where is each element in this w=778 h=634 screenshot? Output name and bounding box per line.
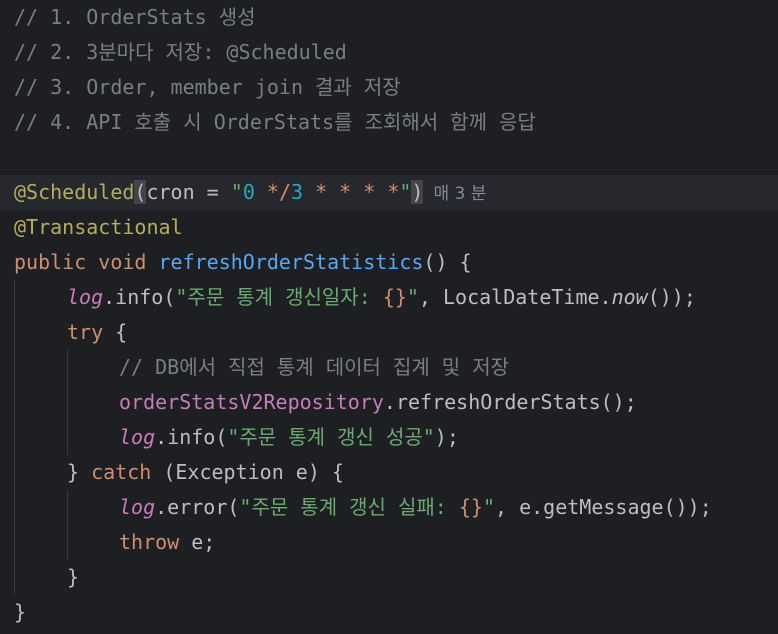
log-error-line: log.error("주문 통계 갱신 실패: {}", e.getMessag… [119,490,712,525]
comment-line-2: // 2. 3분마다 저장: @Scheduled [14,40,347,64]
log-field: log [67,285,104,309]
placeholder: {} [458,495,483,519]
cron-value-0: 0 [242,180,267,204]
keyword-catch: catch [91,460,152,484]
cron-star-slash: */ [266,180,291,204]
catch-line: } catch (Exception e) { [67,455,344,490]
method-name[interactable]: refreshOrderStatistics [159,250,424,274]
try-line: try { [67,315,127,350]
catch-close-brace: } [67,565,80,589]
cron-attribute: cron = [146,180,231,204]
error-args: , e.getMessage()); [495,495,712,519]
throw-tail: e; [179,530,216,554]
cron-inlay-hint[interactable]: 매 3 분 [433,184,486,204]
catch-args: (Exception e) { [151,460,344,484]
comment-line-1: // 1. OrderStats 생성 [14,5,256,29]
indent-guide [67,490,68,560]
log-end: ()); [647,285,696,309]
placeholder: {} [382,285,407,309]
log-field: log [119,495,156,519]
cron-quote-close: " [399,180,412,204]
keyword-void: void [98,250,147,274]
log-info-start-line: log.info("주문 통계 갱신일자: {}", LocalDateTime… [67,280,696,315]
log-info-success-line: log.info("주문 통계 갱신 성공"); [119,420,459,455]
log-field: log [119,425,156,449]
repository-call-line: orderStatsV2Repository.refreshOrderStats… [119,385,637,420]
string-close: " [482,495,496,519]
cron-value-3: 3 [291,180,304,204]
scheduled-annotation: @Scheduled [14,180,135,204]
cron-stars: * * * * [303,180,400,204]
success-string: "주문 통계 갱신 성공" [227,425,435,449]
cron-quote-open: " [230,180,243,204]
keyword-public: public [14,250,87,274]
try-close-brace: } [67,460,80,484]
throw-line: throw e; [119,525,215,560]
failure-string: "주문 통계 갱신 실패: [239,495,459,519]
info-call: .info( [155,425,228,449]
db-comment: // DB에서 직접 통계 데이터 집계 및 저장 [119,355,510,379]
method-close-brace: } [14,600,27,624]
scheduled-annotation-line: @Scheduled(cron = "0 */3 * * * *") 매 3 분 [0,175,778,210]
now-call: now [611,285,648,309]
indent-guide [14,280,15,595]
indent-guide [67,350,68,455]
log-args: , LocalDateTime. [418,285,612,309]
method-signature-line: public void refreshOrderStatistics() { [14,245,472,280]
comment-line-4: // 4. API 호출 시 OrderStats를 조회해서 함께 응답 [14,110,536,134]
try-brace: { [103,320,128,344]
string-close: " [406,285,419,309]
comment-line-3: // 3. Order, member join 결과 저장 [14,75,401,99]
transactional-annotation: @Transactional [14,215,183,239]
log-message-string: "주문 통계 갱신일자: [175,285,383,309]
repository-field: orderStatsV2Repository [119,390,384,414]
method-tail: () { [423,250,472,274]
error-call: .error( [155,495,240,519]
keyword-throw: throw [119,530,180,554]
paren-open: ( [134,180,147,204]
keyword-try: try [67,320,104,344]
paren-close: ) [411,180,424,204]
repository-method-call: .refreshOrderStats(); [383,390,637,414]
paren-semicolon: ); [434,425,459,449]
code-editor[interactable]: // 1. OrderStats 생성 // 2. 3분마다 저장: @Sche… [0,0,778,634]
info-call: .info( [103,285,176,309]
